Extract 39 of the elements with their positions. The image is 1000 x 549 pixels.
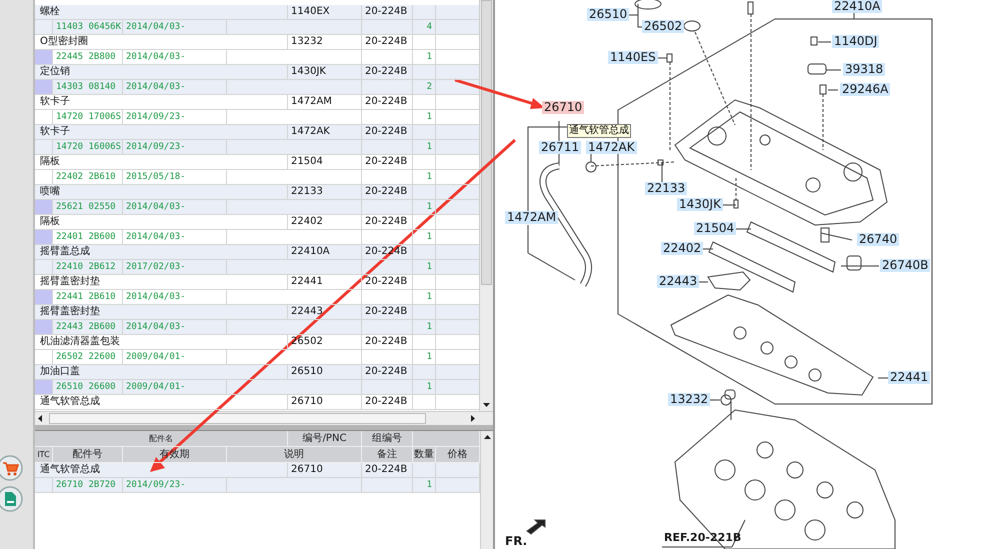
part-callout[interactable]: 21504 bbox=[694, 222, 736, 235]
part-callout[interactable]: 39318 bbox=[843, 63, 886, 76]
table-cell bbox=[362, 478, 413, 493]
group-number-cell: 20-224B bbox=[362, 395, 413, 410]
document-icon[interactable] bbox=[0, 486, 23, 512]
valid-date-cell: 2014/09/23- bbox=[123, 478, 227, 493]
part-callout[interactable]: 1140DJ bbox=[832, 35, 880, 48]
part-callout[interactable]: 26740B bbox=[880, 259, 930, 272]
direction-label: FR. bbox=[504, 535, 528, 548]
part-callout[interactable]: 22441 bbox=[888, 371, 930, 384]
part-callout[interactable]: 26711 bbox=[539, 141, 582, 154]
part-callout[interactable]: 13232 bbox=[668, 393, 710, 406]
part-callout[interactable]: 26740 bbox=[857, 233, 900, 246]
part-callout[interactable]: 22133 bbox=[645, 182, 688, 195]
part-callout[interactable]: 26710 bbox=[542, 101, 584, 114]
part-callout[interactable]: 22402 bbox=[661, 242, 704, 255]
vertical-scrollbar[interactable] bbox=[479, 0, 493, 412]
part-name-cell[interactable]: 通气软管总成 bbox=[35, 395, 288, 410]
tooltip: 通气软管总成 bbox=[567, 124, 631, 138]
horizontal-scrollbar[interactable] bbox=[35, 411, 493, 425]
part-callout[interactable]: 26510 bbox=[587, 8, 630, 21]
scroll-right-icon[interactable] bbox=[471, 415, 475, 422]
part-callout[interactable]: 1140ES bbox=[608, 51, 658, 64]
part-number-cell: 26710 2B720 bbox=[53, 478, 123, 493]
quantity-cell: 1 bbox=[413, 478, 436, 493]
scroll-up-icon[interactable] bbox=[484, 435, 490, 439]
scroll-left-icon[interactable] bbox=[38, 415, 42, 422]
part-callout[interactable]: 1472AM bbox=[505, 211, 558, 224]
vertical-scrollbar[interactable] bbox=[480, 431, 493, 549]
scroll-down-icon[interactable] bbox=[483, 403, 490, 408]
part-callout[interactable]: 1472AK bbox=[586, 141, 637, 154]
part-callout[interactable]: 22443 bbox=[657, 275, 700, 288]
shopping-cart-icon[interactable] bbox=[0, 455, 23, 481]
part-callout[interactable]: 26502 bbox=[642, 20, 684, 33]
part-callout[interactable]: 29246A bbox=[840, 83, 890, 96]
part-callout[interactable]: 22410A bbox=[832, 0, 882, 13]
table-cell bbox=[413, 395, 436, 410]
pnc-cell: 26710 bbox=[288, 395, 362, 410]
part-callout[interactable]: 1430JK bbox=[677, 198, 723, 211]
